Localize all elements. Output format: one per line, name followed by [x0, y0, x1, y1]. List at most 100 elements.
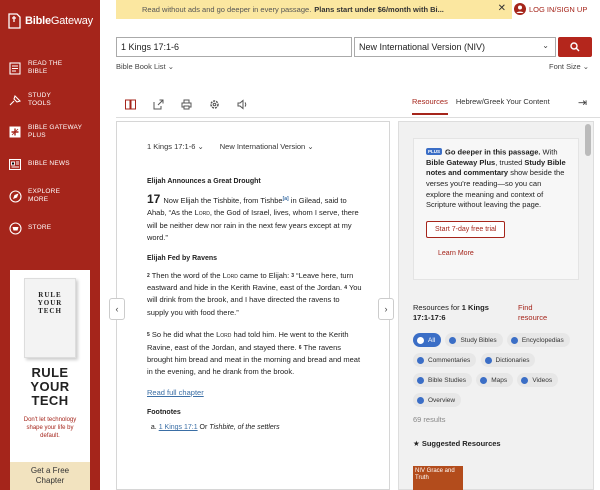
- passage-panel: 1 Kings 17:1-6 ⌄ New International Versi…: [116, 121, 390, 490]
- divider: [116, 117, 600, 118]
- footnotes-heading: Footnotes: [147, 409, 181, 417]
- chip-videos[interactable]: Videos: [517, 373, 559, 387]
- find-resource-link[interactable]: Find resource: [518, 303, 558, 323]
- close-icon[interactable]: ✕: [498, 3, 506, 14]
- tab-resources[interactable]: Resources: [412, 97, 448, 115]
- nav-bible-gateway-plus[interactable]: BIBLE GATEWAY PLUS: [0, 116, 100, 148]
- passage-body: 1 Kings 17:1-6 ⌄ New International Versi…: [147, 142, 363, 435]
- video-icon: [521, 376, 529, 384]
- ad-book-title: RULE YOUR TECH: [37, 291, 63, 315]
- star-icon: ★: [413, 439, 420, 448]
- chip-encyclopedias[interactable]: Encyclopedias: [506, 333, 570, 347]
- resource-filter-chips: All Study Bibles Encyclopedias Commentar…: [413, 333, 593, 413]
- store-icon: [8, 221, 22, 235]
- ad-cta-button[interactable]: Get a Free Chapter: [10, 462, 90, 490]
- overview-icon: [417, 396, 424, 404]
- suggested-resources-heading: ★ Suggested Resources: [413, 439, 501, 448]
- resources-for-label: Resources for 1 Kings 17:1-17:6: [413, 303, 489, 322]
- commentary-icon: [417, 356, 424, 364]
- start-free-trial-button[interactable]: Start 7-day free trial: [426, 220, 506, 238]
- chip-bible-studies[interactable]: Bible Studies: [413, 373, 472, 387]
- dictionary-icon: [484, 356, 492, 364]
- nav-explore-more[interactable]: EXPLORE MORE: [0, 180, 100, 212]
- chapter-number: 17: [147, 192, 161, 206]
- chevron-down-icon: ⌄: [582, 62, 590, 71]
- study-bible-icon: [449, 336, 457, 344]
- share-icon[interactable]: [151, 97, 165, 111]
- tab-hebrew-greek[interactable]: Hebrew/Greek Your Content: [456, 97, 550, 115]
- book-icon: [8, 61, 22, 75]
- chevron-left-icon: ‹: [115, 304, 119, 314]
- nav-bible-news[interactable]: BIBLE NEWS: [0, 148, 100, 180]
- promo-banner[interactable]: Read without ads and go deeper in every …: [116, 0, 512, 19]
- chevron-down-icon: ⌄: [197, 142, 204, 151]
- search-icon: [570, 42, 580, 52]
- passage-toolbar: [116, 94, 256, 114]
- font-size-button[interactable]: Font Size ⌄: [549, 62, 589, 71]
- nav-label: READ THE BIBLE: [28, 60, 63, 75]
- resources-panel: PLUS Go deeper in this passage. With Bibl…: [398, 121, 594, 490]
- section-heading: Elijah Fed by Ravens: [147, 254, 218, 262]
- logo-icon: [7, 13, 21, 29]
- login-link[interactable]: LOG IN/SIGN UP: [514, 3, 587, 15]
- chip-dictionaries[interactable]: Dictionaries: [480, 353, 536, 367]
- panel-scrollbar[interactable]: [585, 124, 591, 156]
- results-count: 69 results: [413, 415, 446, 424]
- study-tools-icon: [8, 93, 22, 107]
- nav-label: STORE: [28, 224, 52, 231]
- verses-2-4: 2 Then the word of the Lord came to Elij…: [147, 270, 362, 317]
- sidebar: BibleGateway READ THE BIBLE STUDY TOOLS …: [0, 0, 100, 490]
- plus-icon: [8, 125, 22, 139]
- check-icon: [417, 336, 424, 344]
- plus-promo-card: PLUS Go deeper in this passage. With Bibl…: [413, 138, 579, 280]
- verse-1: 17 Now Elijah the Tishbite, from Tishbe[a…: [147, 192, 359, 243]
- chip-maps[interactable]: Maps: [476, 373, 514, 387]
- logo[interactable]: BibleGateway: [0, 0, 100, 42]
- ad-title: RULE YOUR TECH: [30, 365, 70, 408]
- collapse-panel-icon[interactable]: ⇥: [578, 96, 587, 109]
- previous-chapter-button[interactable]: ‹: [109, 298, 125, 320]
- plus-badge: PLUS: [426, 148, 443, 155]
- audio-icon[interactable]: [235, 97, 249, 111]
- chip-all[interactable]: All: [413, 333, 442, 347]
- chevron-down-icon: ⌄: [307, 142, 314, 151]
- footnote-item: a. 1 Kings 17:1 Or Tishbite, of the sett…: [150, 424, 280, 432]
- read-full-chapter-link[interactable]: Read full chapter: [147, 387, 363, 399]
- banner-text: Read without ads and go deeper in every …: [142, 5, 312, 14]
- verses-5-6: 5 So he did what the Lord had told him. …: [147, 330, 361, 377]
- chevron-down-icon: ⌄: [542, 41, 549, 50]
- nav-label: BIBLE GATEWAY PLUS: [28, 124, 83, 139]
- ad-rule-your-tech[interactable]: RULE YOUR TECH RULE YOUR TECH Don't let …: [10, 270, 90, 490]
- bible-study-icon: [417, 376, 424, 384]
- passage-header: 1 Kings 17:1-6 ⌄ New International Versi…: [147, 142, 363, 151]
- ad-book-image: RULE YOUR TECH: [24, 278, 76, 358]
- nav-label: STUDY TOOLS: [28, 92, 51, 107]
- passage-version-dropdown[interactable]: New International Version ⌄: [220, 142, 314, 151]
- chevron-right-icon: ›: [384, 304, 388, 314]
- nav-study-tools[interactable]: STUDY TOOLS: [0, 84, 100, 116]
- chip-overview[interactable]: Overview: [413, 393, 462, 407]
- login-label: LOG IN/SIGN UP: [529, 4, 588, 14]
- nav-store[interactable]: STORE: [0, 212, 100, 244]
- learn-more-link[interactable]: Learn More: [438, 250, 566, 257]
- map-icon: [480, 376, 488, 384]
- parallel-icon[interactable]: [123, 97, 137, 111]
- nav-read-the-bible[interactable]: READ THE BIBLE: [0, 52, 100, 84]
- print-icon[interactable]: [179, 97, 193, 111]
- chevron-down-icon: ⌄: [167, 62, 175, 71]
- encyclopedia-icon: [510, 336, 518, 344]
- suggested-resource-image[interactable]: NIV Grace and Truth: [413, 466, 463, 490]
- banner-bold-text: Plans start under $6/month with Bi...: [314, 5, 444, 14]
- chip-study-bibles[interactable]: Study Bibles: [445, 333, 503, 347]
- chip-commentaries[interactable]: Commentaries: [413, 353, 477, 367]
- passage-ref-dropdown[interactable]: 1 Kings 17:1-6 ⌄: [147, 142, 204, 151]
- version-select[interactable]: New International Version (NIV) ⌄: [354, 37, 556, 57]
- bible-book-list-button[interactable]: Bible Book List ⌄: [116, 62, 174, 71]
- user-icon: [514, 3, 526, 15]
- ad-subtitle: Don't let technology shape your life by …: [23, 417, 77, 439]
- search-button[interactable]: [558, 37, 592, 57]
- next-chapter-button[interactable]: ›: [378, 298, 394, 320]
- gear-icon[interactable]: [207, 97, 221, 111]
- footnote-ref-link[interactable]: 1 Kings 17:1: [159, 424, 198, 431]
- passage-search-input[interactable]: 1 Kings 17:1-6: [116, 37, 352, 57]
